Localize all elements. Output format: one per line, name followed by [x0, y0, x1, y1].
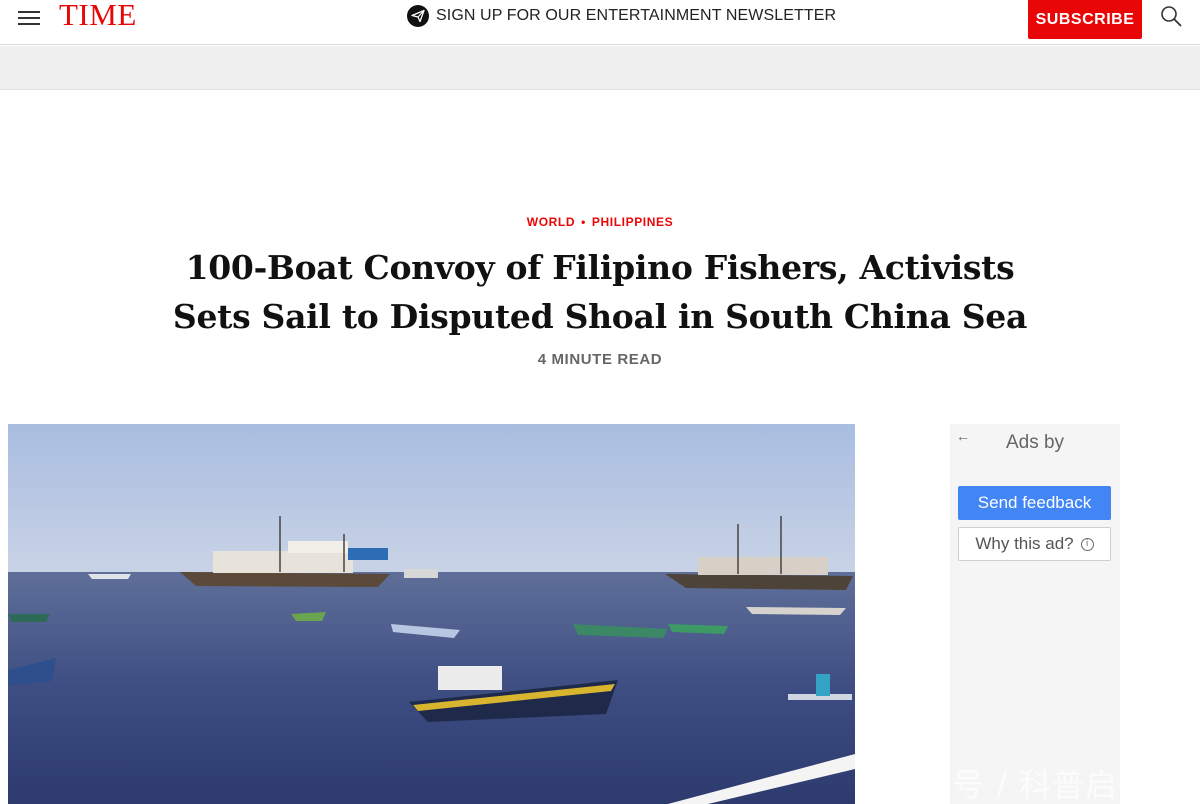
ad-sidebar: ← Ads by Send feedback Why this ad? i 号 …: [950, 424, 1120, 804]
why-this-ad-label: Why this ad?: [975, 534, 1074, 553]
info-icon: i: [1080, 537, 1094, 551]
kicker-topic-link[interactable]: PHILIPPINES: [592, 215, 673, 229]
article-headline: 100-Boat Convoy of Filipino Fishers, Act…: [172, 248, 1028, 336]
send-feedback-button[interactable]: Send feedback: [958, 486, 1111, 520]
newsletter-label: SIGN UP FOR OUR ENTERTAINMENT NEWSLETTER: [436, 7, 837, 24]
paper-plane-icon: [407, 5, 429, 27]
why-this-ad-button[interactable]: Why this ad? i: [958, 527, 1111, 561]
ad-banner-placeholder: [0, 46, 1200, 90]
subscribe-button[interactable]: SUBSCRIBE: [1028, 0, 1142, 39]
top-nav: TIME SIGN UP FOR OUR ENTERTAINMENT NEWSL…: [0, 0, 1200, 45]
hero-image: [8, 424, 855, 804]
kicker-section-link[interactable]: WORLD: [527, 215, 575, 229]
read-time: 4 MINUTE READ: [537, 351, 663, 368]
search-icon[interactable]: [1160, 5, 1182, 27]
article-kicker: WORLD • PHILIPPINES: [0, 215, 1200, 229]
ads-by-label: Ads by: [1005, 432, 1065, 453]
time-logo[interactable]: TIME: [59, 0, 137, 33]
watermark-text: 号 / 科普启: [952, 766, 1119, 804]
newsletter-signup-link[interactable]: SIGN UP FOR OUR ENTERTAINMENT NEWSLETTER: [407, 4, 836, 28]
hamburger-menu-icon[interactable]: [18, 10, 40, 26]
kicker-separator: •: [581, 215, 586, 229]
